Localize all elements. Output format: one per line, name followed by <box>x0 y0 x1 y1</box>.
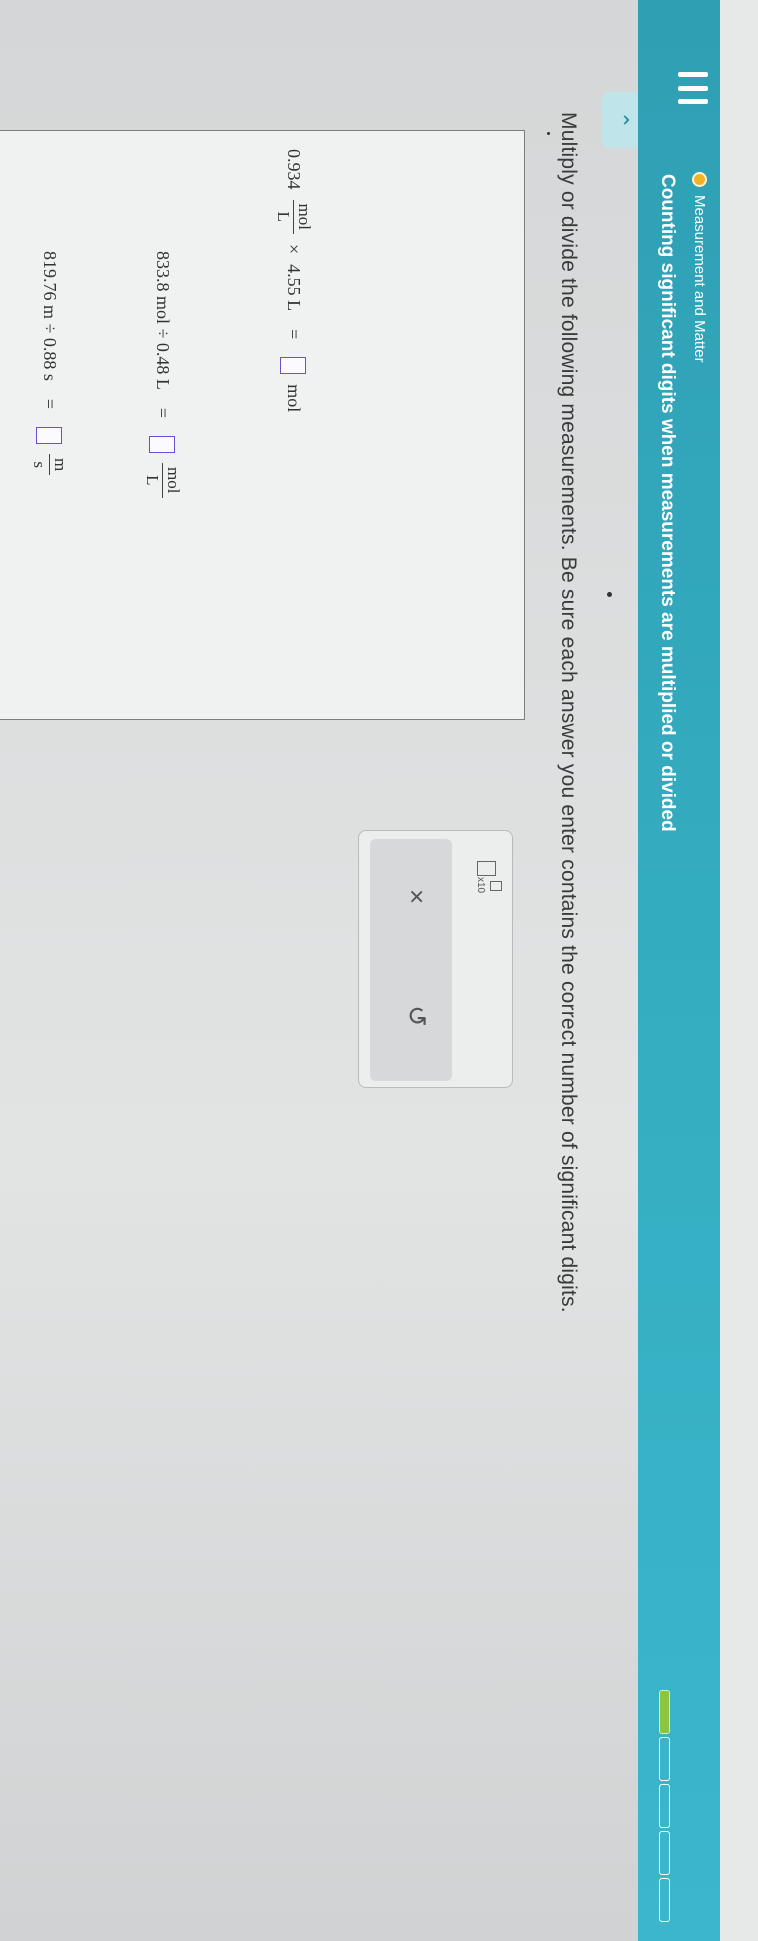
browser-top-strip <box>720 0 758 1941</box>
eq1-unit-fraction: mol L <box>273 199 314 234</box>
decorative-dot <box>607 592 612 597</box>
eq1-answer-unit: mol <box>284 384 304 413</box>
eq1-op: × <box>284 243 304 255</box>
topic-status-icon <box>692 172 707 187</box>
eq3-unit-num: m <box>49 454 70 476</box>
page-title: Counting significant digits when measure… <box>657 174 678 832</box>
question-text: Multiply or divide the following measure… <box>557 112 580 1313</box>
eq2-unit-den: L <box>143 475 162 486</box>
eq2-unit-num: mol <box>162 463 183 498</box>
eq1-coef: 0.934 <box>284 149 304 190</box>
eq2-lhs: 833.8 mol ÷ 0.48 L <box>153 251 173 390</box>
progress-segment <box>659 1690 670 1734</box>
eq1-answer-input[interactable] <box>280 357 307 375</box>
decorative-dot <box>547 132 550 135</box>
tool-buttons: × ↺ <box>370 839 452 1081</box>
eq3-equals: = <box>40 398 60 410</box>
eq1-unit-den: L <box>274 211 293 222</box>
eq1-operand: 4.55 L <box>284 264 304 312</box>
progress-segment <box>659 1737 670 1781</box>
scientific-notation-button[interactable]: x10 <box>462 859 502 899</box>
sci-exponent-box-icon <box>490 881 502 891</box>
progress-bar <box>659 1690 670 1922</box>
undo-icon[interactable]: ↺ <box>402 1005 432 1027</box>
stage: Measurement and Matter Counting signific… <box>0 0 758 1941</box>
collapse-chevron-icon[interactable]: ⌃ <box>602 92 638 148</box>
equation-3: 819.76 m ÷ 0.88 s = m s <box>29 251 70 476</box>
eq3-lhs: 819.76 m ÷ 0.88 s <box>40 251 60 381</box>
progress-segment <box>659 1784 670 1828</box>
sci-x10-label: x10 <box>475 877 486 894</box>
eq2-answer-input[interactable] <box>149 436 176 454</box>
sci-base-box-icon <box>477 861 496 876</box>
eq1-unit-num: mol <box>293 199 314 234</box>
work-area: 0.934 mol L × 4.55 L = mol 833.8 mol ÷ 0… <box>0 130 525 720</box>
clear-icon[interactable]: × <box>402 889 432 904</box>
progress-segment <box>659 1878 670 1922</box>
header-bar: Measurement and Matter Counting signific… <box>638 0 720 1941</box>
menu-icon[interactable] <box>678 72 708 104</box>
math-tool-panel: x10 × ↺ <box>358 830 513 1088</box>
eq2-equals: = <box>153 407 173 419</box>
topic-row: Measurement and Matter <box>691 172 708 363</box>
eq2-unit-fraction: mol L <box>142 463 183 498</box>
eq3-answer-input[interactable] <box>36 427 63 445</box>
progress-segment <box>659 1831 670 1875</box>
eq1-equals: = <box>284 329 304 340</box>
eq3-unit-den: s <box>30 461 49 468</box>
equation-1: 0.934 mol L × 4.55 L = mol <box>273 149 314 412</box>
topic-label: Measurement and Matter <box>691 195 708 363</box>
eq3-unit-fraction: m s <box>29 454 70 476</box>
equation-2: 833.8 mol ÷ 0.48 L = mol L <box>142 251 183 498</box>
